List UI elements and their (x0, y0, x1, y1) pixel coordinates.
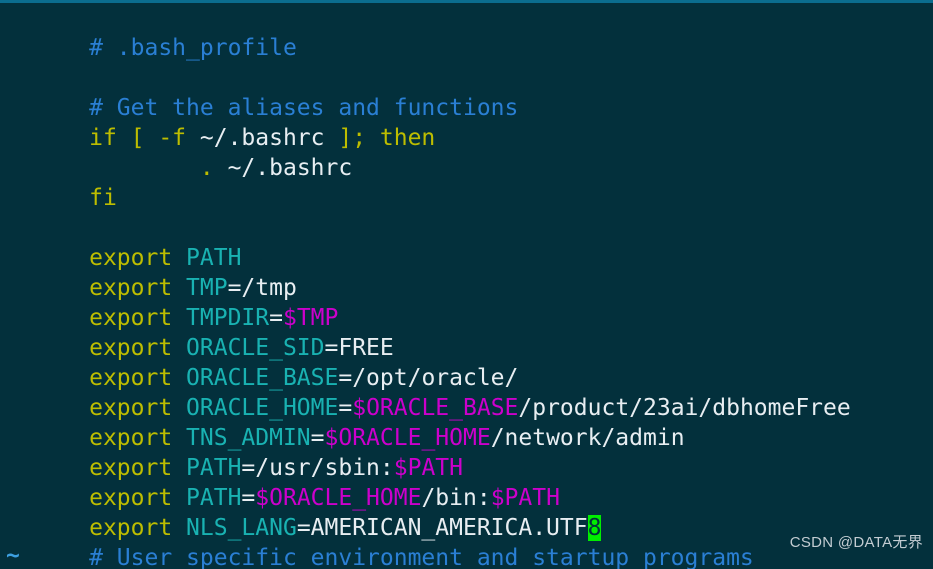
variable-token: $ORACLE_HOME (324, 425, 491, 451)
indent-token (89, 155, 200, 181)
identifier-token: ORACLE_BASE (186, 365, 339, 391)
code-line[interactable]: export PATH (0, 213, 933, 271)
identifier-token: ORACLE_SID (186, 335, 325, 361)
identifier-token: TNS_ADMIN (186, 425, 311, 451)
variable-token: $PATH (393, 455, 463, 481)
keyword-token: if [ -f (89, 125, 200, 151)
export-keyword-token: export (89, 395, 187, 421)
identifier-token: TMP (186, 275, 228, 301)
keyword-token: ]; then (324, 125, 436, 151)
export-keyword-token: export (89, 425, 187, 451)
equals-token: = (310, 425, 325, 451)
identifier-token: PATH (186, 455, 242, 481)
export-keyword-token: export (89, 305, 187, 331)
equals-token: = (269, 305, 283, 331)
text-token: =/tmp (227, 275, 297, 301)
keyword-token: fi (89, 185, 117, 211)
text-token: /product/23ai/dbhomeFree (518, 395, 851, 421)
comment-token: # User specific environment and startup … (89, 545, 754, 569)
export-keyword-token: export (89, 455, 187, 481)
text-token: /bin: (421, 485, 491, 511)
text-token: /network/admin (490, 425, 685, 451)
text-token: =/usr/sbin: (241, 455, 394, 481)
vim-text-buffer[interactable]: # .bash_profile # Get the aliases and fu… (0, 3, 933, 569)
comment-token: # .bash_profile (89, 35, 297, 61)
text-token: ~/.bashrc (213, 155, 353, 181)
variable-token: $ORACLE_BASE (352, 395, 519, 421)
export-keyword-token: export (89, 275, 187, 301)
text-cursor: 8 (587, 515, 602, 541)
variable-token: $PATH (490, 485, 560, 511)
code-line[interactable]: # Get the aliases and functions (0, 63, 933, 121)
equals-token: = (241, 485, 256, 511)
code-line-blank[interactable] (0, 183, 933, 213)
code-line[interactable]: # .bash_profile (0, 3, 933, 61)
export-keyword-token: export (89, 515, 187, 541)
text-token: ~/.bashrc (199, 125, 325, 151)
identifier-token: ORACLE_HOME (186, 395, 339, 421)
text-token: =/opt/oracle/ (338, 365, 519, 391)
equals-token: = (338, 395, 353, 421)
source-dot-token: . (199, 155, 214, 181)
variable-token: $ORACLE_HOME (255, 485, 422, 511)
identifier-token: NLS_LANG (186, 515, 297, 541)
export-keyword-token: export (89, 335, 187, 361)
export-keyword-token: export (89, 485, 187, 511)
variable-token: $TMP (282, 305, 339, 331)
identifier-token: PATH (186, 245, 242, 271)
comment-token: # Get the aliases and functions (89, 95, 519, 121)
identifier-token: TMPDIR (186, 305, 270, 331)
identifier-token: PATH (186, 485, 242, 511)
terminal-window[interactable]: # .bash_profile # Get the aliases and fu… (0, 0, 933, 569)
export-keyword-token: export (89, 365, 187, 391)
watermark: CSDN @DATA无界 (789, 534, 923, 551)
export-keyword-token: export (89, 245, 187, 271)
text-token: =AMERICAN_AMERICA.UTF (296, 515, 588, 541)
text-token: =FREE (324, 335, 394, 361)
